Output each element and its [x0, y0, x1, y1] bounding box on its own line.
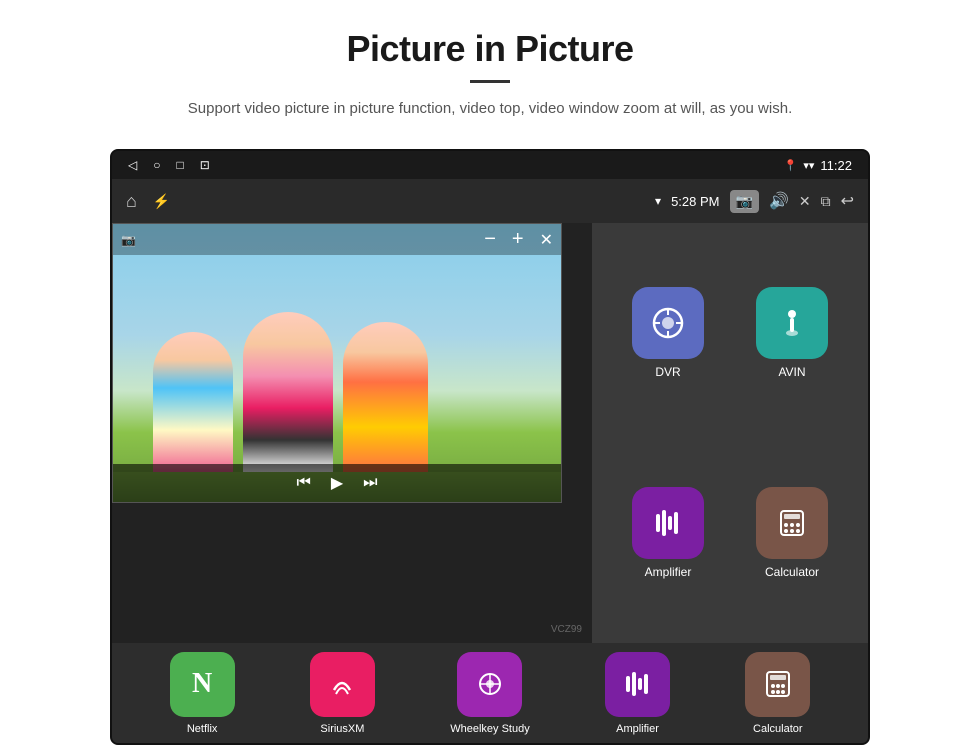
location-icon: 📍	[784, 159, 798, 172]
amplifier-bottom-label: Amplifier	[616, 723, 659, 735]
play-button[interactable]: ▶	[331, 473, 343, 493]
forward-button[interactable]: ⏭	[363, 474, 377, 492]
bottom-app-calculator[interactable]: Calculator	[745, 652, 810, 735]
pip-window[interactable]: 📷 − + ✕ ⏮	[112, 223, 562, 503]
app-cell-avin[interactable]: AVIN	[730, 233, 854, 433]
status-bar-left: ◁ ○ □ ⊡	[128, 158, 210, 172]
video-area: 📷 − + ✕ ⏮	[112, 223, 592, 643]
bottom-app-netflix[interactable]: N Netflix	[170, 652, 235, 735]
home-nav-icon[interactable]: ○	[153, 158, 160, 172]
app-bar: ⌂ ⚡ ▾ 5:28 PM 📷 🔊 ✕ ⧉ ↩	[112, 179, 868, 223]
video-person-3	[343, 322, 428, 472]
main-content: 📷 − + ✕ ⏮	[112, 223, 868, 643]
watermark: VCZ99	[551, 624, 582, 635]
netflix-label: Netflix	[187, 723, 218, 735]
volume-icon[interactable]: 🔊	[769, 191, 789, 211]
calculator-label: Calculator	[765, 565, 819, 579]
app-bar-right: ▾ 5:28 PM 📷 🔊 ✕ ⧉ ↩	[655, 190, 854, 213]
close-icon[interactable]: ✕	[799, 193, 811, 210]
playback-bar: ⏮ ▶ ⏭	[113, 464, 561, 502]
video-person-2	[243, 312, 333, 472]
recents-nav-icon[interactable]: □	[176, 158, 183, 172]
amplifier-icon-box[interactable]	[632, 487, 704, 559]
wifi-icon: ▾	[655, 194, 661, 208]
pip-camera-icon: 📷	[121, 233, 136, 247]
bottom-app-wheelkey[interactable]: Wheelkey Study	[450, 652, 529, 735]
amplifier-bottom-icon-box[interactable]	[605, 652, 670, 717]
pip-controls: − + ✕	[484, 228, 553, 251]
app-cell-dvr[interactable]: DVR	[606, 233, 730, 433]
pip-header: 📷 − + ✕	[113, 224, 561, 255]
back-nav-icon[interactable]: ◁	[128, 158, 137, 172]
calculator-icon-box[interactable]	[756, 487, 828, 559]
page-title: Picture in Picture	[60, 28, 920, 70]
dvr-icon-box[interactable]	[632, 287, 704, 359]
pip-icon[interactable]: ⧉	[821, 193, 831, 210]
status-bar-right: 📍 ▾▾ 11:22	[784, 158, 852, 173]
netflix-icon-box[interactable]: N	[170, 652, 235, 717]
video-scene	[113, 224, 561, 502]
bottom-apps-row: N Netflix SiriusXM Wheelk	[112, 643, 868, 743]
usb-icon[interactable]: ⚡	[153, 193, 170, 210]
wheelkey-icon-box[interactable]	[457, 652, 522, 717]
avin-label: AVIN	[778, 365, 805, 379]
rewind-button[interactable]: ⏮	[296, 474, 310, 492]
calculator-bottom-label: Calculator	[753, 723, 803, 735]
back-icon[interactable]: ↩	[841, 191, 854, 211]
calculator-bottom-icon-box[interactable]	[745, 652, 810, 717]
home-icon[interactable]: ⌂	[126, 191, 137, 212]
bottom-app-amplifier[interactable]: Amplifier	[605, 652, 670, 735]
app-bar-left: ⌂ ⚡	[126, 191, 170, 212]
camera-button[interactable]: 📷	[730, 190, 759, 213]
dvr-label: DVR	[655, 365, 680, 379]
page-header: Picture in Picture Support video picture…	[0, 0, 980, 139]
pip-minus-button[interactable]: −	[484, 228, 496, 251]
title-divider	[470, 80, 510, 83]
clock-display: 11:22	[820, 158, 852, 173]
time-display: 5:28 PM	[671, 194, 719, 209]
device-frame: ◁ ○ □ ⊡ 📍 ▾▾ 11:22 ⌂ ⚡ ▾ 5:28 PM 📷 🔊 ✕ ⧉…	[110, 149, 870, 745]
app-cell-calculator[interactable]: Calculator	[730, 433, 854, 633]
media-nav-icon[interactable]: ⊡	[200, 158, 210, 172]
amplifier-label: Amplifier	[645, 565, 692, 579]
app-cell-amplifier[interactable]: Amplifier	[606, 433, 730, 633]
bottom-app-siriusxm[interactable]: SiriusXM	[310, 652, 375, 735]
avin-icon-box[interactable]	[756, 287, 828, 359]
wifi-status-icon: ▾▾	[803, 159, 814, 172]
pip-close-button[interactable]: ✕	[540, 230, 553, 250]
siriusxm-label: SiriusXM	[320, 723, 364, 735]
app-grid: DVR AVIN	[592, 223, 868, 643]
video-person-1	[153, 332, 233, 472]
page-subtitle: Support video picture in picture functio…	[110, 97, 870, 121]
pip-plus-button[interactable]: +	[512, 228, 524, 251]
siriusxm-icon-box[interactable]	[310, 652, 375, 717]
status-bar: ◁ ○ □ ⊡ 📍 ▾▾ 11:22	[112, 151, 868, 179]
wheelkey-label: Wheelkey Study	[450, 723, 529, 735]
